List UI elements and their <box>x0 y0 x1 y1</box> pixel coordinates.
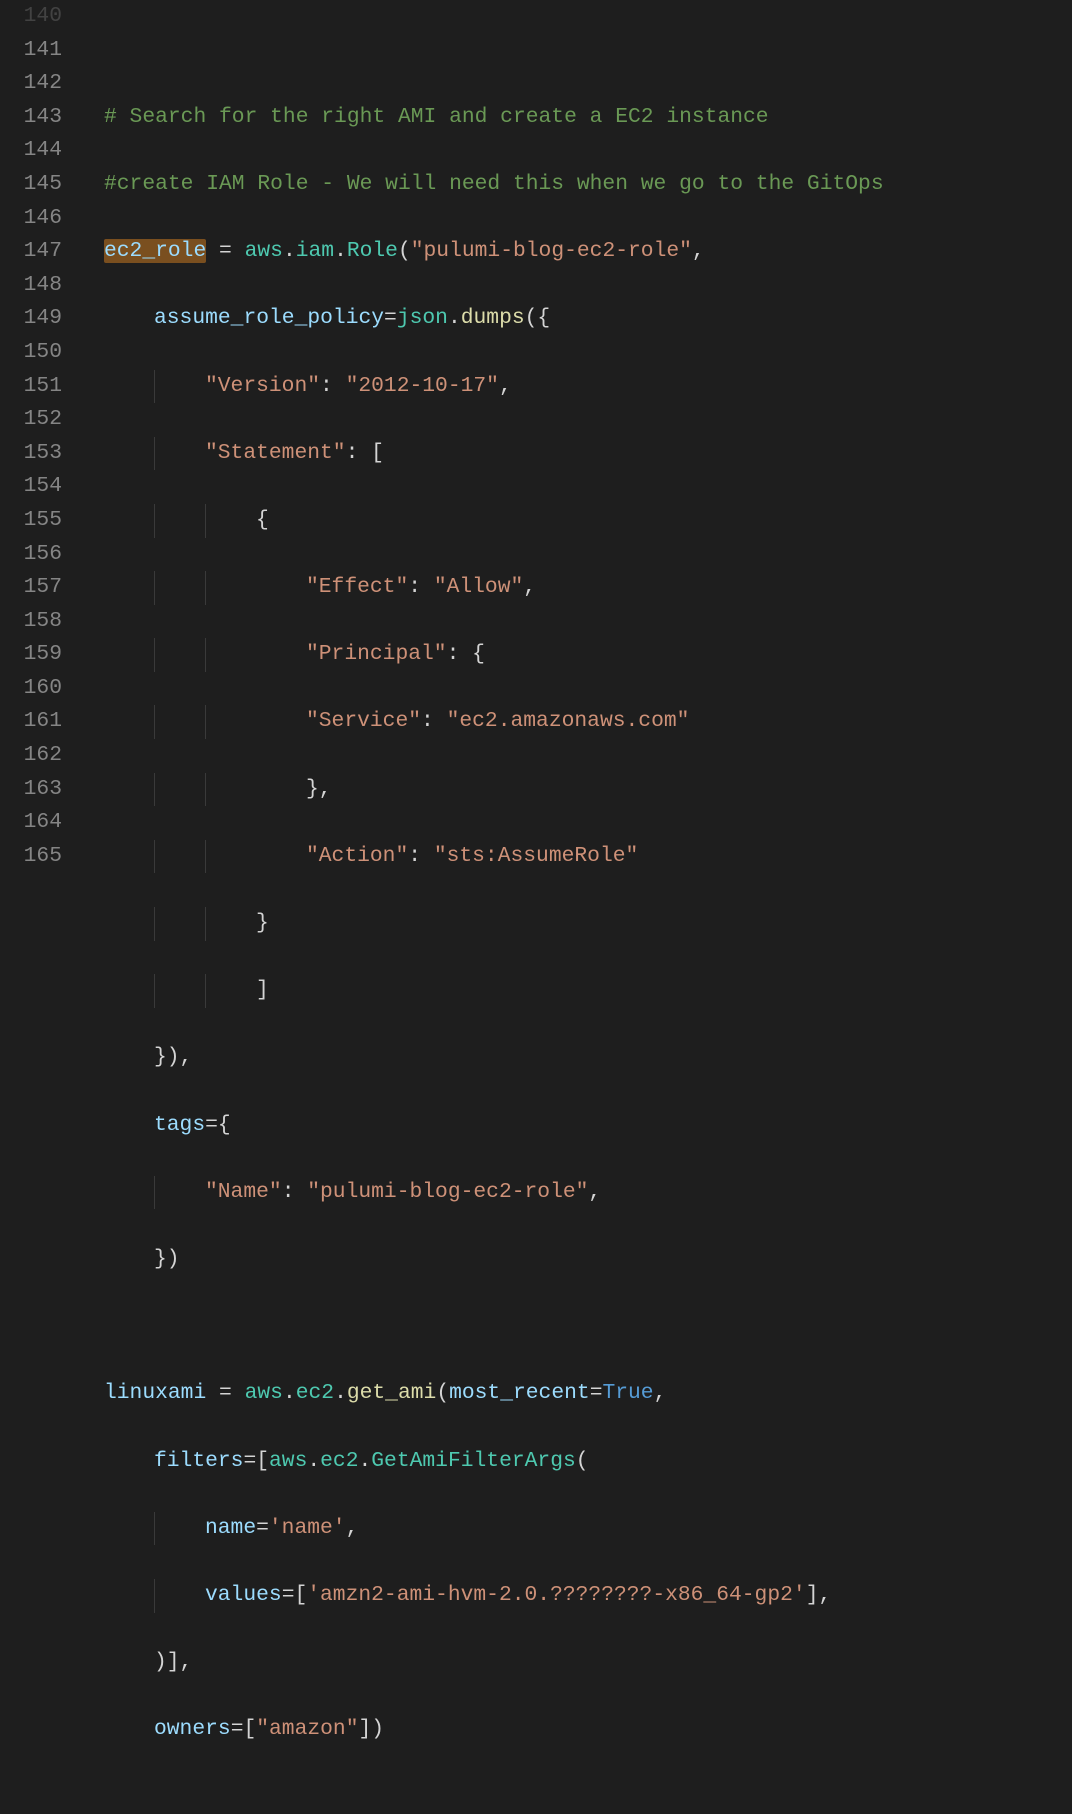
parameter: owners <box>154 1717 231 1741</box>
line-number: 164 <box>0 806 62 840</box>
code-line[interactable]: owners=["amazon"]) <box>104 1713 1072 1747</box>
code-line[interactable]: "Principal": { <box>104 638 1072 672</box>
line-number: 140 <box>0 0 62 34</box>
module: aws <box>245 239 283 263</box>
class: Role <box>347 239 398 263</box>
line-number: 159 <box>0 638 62 672</box>
line-number: 146 <box>0 202 62 236</box>
code-line[interactable]: "Action": "sts:AssumeRole" <box>104 840 1072 874</box>
code-line[interactable]: )], <box>104 1646 1072 1680</box>
op: = <box>206 239 244 263</box>
line-number: 150 <box>0 336 62 370</box>
code-line[interactable]: # Search for the right AMI and create a … <box>104 101 1072 135</box>
code-editor[interactable]: 140 141 142 143 144 145 146 147 148 149 … <box>0 0 1072 928</box>
code-area[interactable]: # Search for the right AMI and create a … <box>80 0 1072 928</box>
dict-key: "Service" <box>306 709 421 733</box>
code-line[interactable]: { <box>104 504 1072 538</box>
line-number: 160 <box>0 672 62 706</box>
code-line[interactable]: "Service": "ec2.amazonaws.com" <box>104 705 1072 739</box>
line-number: 158 <box>0 605 62 639</box>
code-line[interactable]: "Version": "2012-10-17", <box>104 370 1072 404</box>
code-line[interactable]: "Statement": [ <box>104 437 1072 471</box>
dict-key: "Effect" <box>306 575 408 599</box>
parameter: values <box>205 1583 282 1607</box>
line-number: 152 <box>0 403 62 437</box>
string: "pulumi-blog-ec2-role" <box>411 239 692 263</box>
dict-key: "Statement" <box>205 441 346 465</box>
parameter: assume_role_policy <box>154 306 384 330</box>
line-number: 154 <box>0 470 62 504</box>
dict-key: "Principal" <box>306 642 447 666</box>
code-line[interactable] <box>104 34 1072 68</box>
code-line[interactable]: linuxami = aws.ec2.get_ami(most_recent=T… <box>104 1377 1072 1411</box>
line-number: 147 <box>0 235 62 269</box>
line-number: 153 <box>0 437 62 471</box>
function: get_ami <box>347 1381 436 1405</box>
line-number: 161 <box>0 705 62 739</box>
parameter: most_recent <box>449 1381 590 1405</box>
line-number: 142 <box>0 67 62 101</box>
code-line[interactable]: }), <box>104 1041 1072 1075</box>
comment: # Search for the right AMI and create a … <box>104 105 769 129</box>
code-line[interactable]: name='name', <box>104 1512 1072 1546</box>
code-line[interactable]: }) <box>104 1243 1072 1277</box>
code-line[interactable]: #create IAM Role - We will need this whe… <box>104 168 1072 202</box>
selected-variable[interactable]: ec2_role <box>104 239 206 263</box>
parameter: tags <box>154 1113 205 1137</box>
dict-key: "Version" <box>205 374 320 398</box>
line-number: 148 <box>0 269 62 303</box>
class: GetAmiFilterArgs <box>371 1449 575 1473</box>
line-number-gutter: 140 141 142 143 144 145 146 147 148 149 … <box>0 0 80 928</box>
code-line[interactable]: values=['amzn2-ami-hvm-2.0.????????-x86_… <box>104 1579 1072 1613</box>
line-number: 157 <box>0 571 62 605</box>
line-number: 151 <box>0 370 62 404</box>
code-line[interactable]: ] <box>104 974 1072 1008</box>
line-number: 156 <box>0 538 62 572</box>
constant: True <box>602 1381 653 1405</box>
variable: linuxami <box>104 1381 206 1405</box>
line-number: 165 <box>0 840 62 874</box>
code-line[interactable]: } <box>104 907 1072 941</box>
line-number: 141 <box>0 34 62 68</box>
line-number: 149 <box>0 302 62 336</box>
dict-key: "Action" <box>306 844 408 868</box>
code-line[interactable]: ec2_role = aws.iam.Role("pulumi-blog-ec2… <box>104 235 1072 269</box>
code-line[interactable]: "Name": "pulumi-blog-ec2-role", <box>104 1176 1072 1210</box>
line-number: 143 <box>0 101 62 135</box>
function: dumps <box>461 306 525 330</box>
line-number: 145 <box>0 168 62 202</box>
code-line[interactable]: assume_role_policy=json.dumps({ <box>104 302 1072 336</box>
code-line[interactable]: }, <box>104 773 1072 807</box>
line-number: 162 <box>0 739 62 773</box>
line-number: 144 <box>0 134 62 168</box>
code-line[interactable]: "Effect": "Allow", <box>104 571 1072 605</box>
code-line[interactable]: tags={ <box>104 1109 1072 1143</box>
line-number: 163 <box>0 773 62 807</box>
line-number: 155 <box>0 504 62 538</box>
parameter: filters <box>154 1449 243 1473</box>
dict-key: "Name" <box>205 1180 282 1204</box>
comment: #create IAM Role - We will need this whe… <box>104 172 884 196</box>
code-line[interactable] <box>104 1310 1072 1344</box>
code-line[interactable]: filters=[aws.ec2.GetAmiFilterArgs( <box>104 1445 1072 1479</box>
parameter: name <box>205 1516 256 1540</box>
